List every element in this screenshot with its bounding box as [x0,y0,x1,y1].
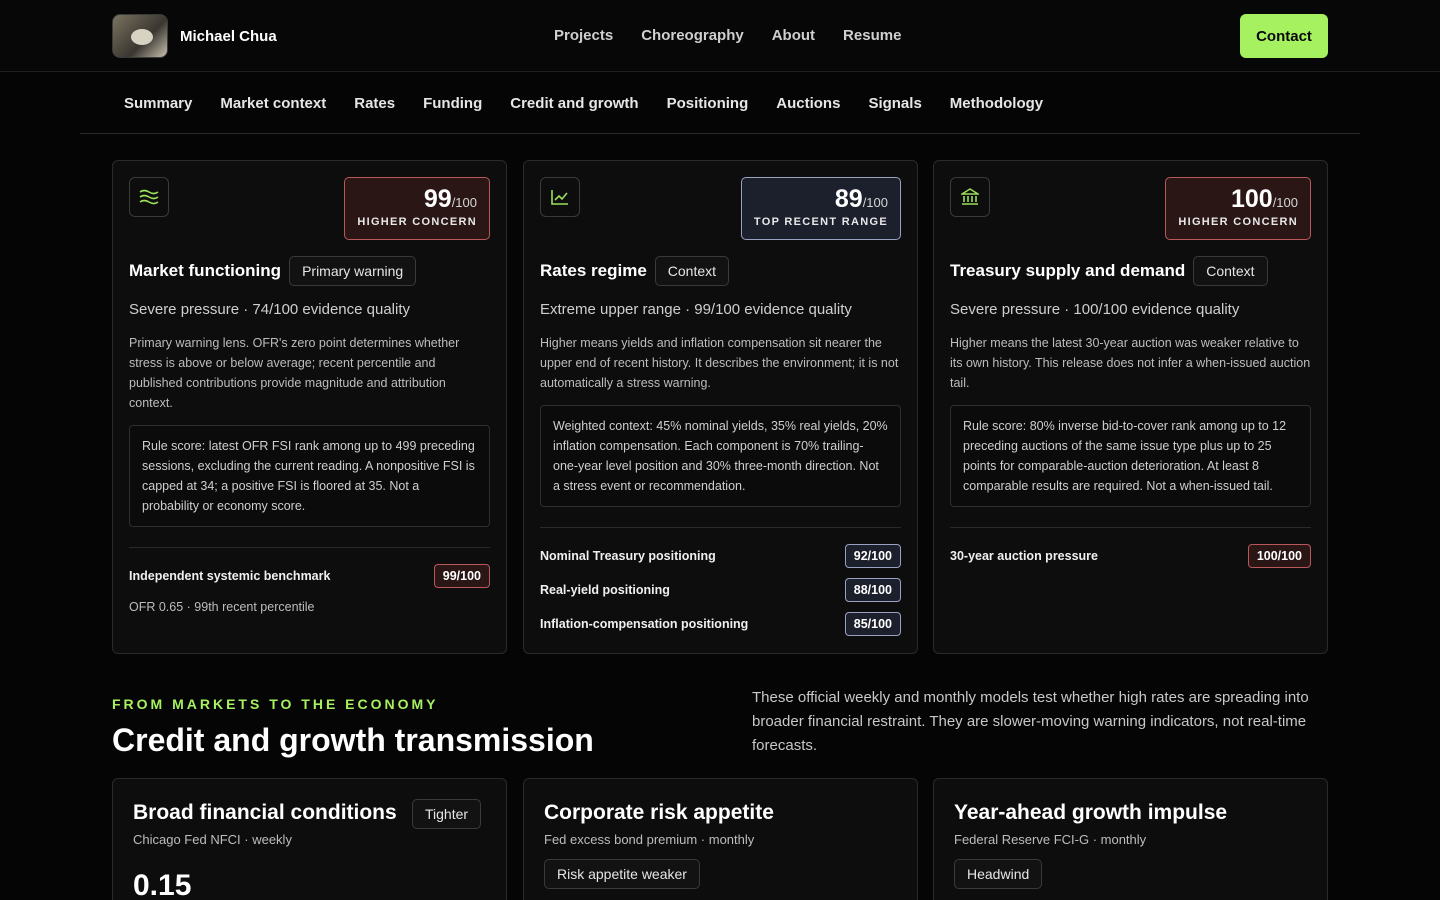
subnav-market-context[interactable]: Market context [220,95,326,112]
rule-box: Rule score: latest OFR FSI rank among up… [129,425,490,527]
card-title: Year-ahead growth impulse [954,801,1228,824]
divider [540,527,901,528]
metric-badge: 99/100 [433,564,490,588]
card-broad-financial-conditions: Broad financial conditions Chicago Fed N… [112,778,507,900]
score-badge: 89/100 TOP RECENT RANGE [740,177,901,240]
card-subtitle: Severe pressure · 100/100 evidence quali… [950,301,1240,318]
subnav-methodology[interactable]: Methodology [950,95,1043,112]
card-subtitle: Fed excess bond premium · monthly [544,832,755,847]
card-market-functioning: 99/100 HIGHER CONCERN Market functioning… [112,160,507,654]
top-nav: Michael Chua Projects Choreography About… [0,0,1440,72]
card-title: Treasury supply and demand [950,261,1186,280]
metric-label: Real-yield positioning [540,583,670,597]
divider [950,527,1311,528]
card-year-ahead-growth-impulse: Year-ahead growth impulse Federal Reserv… [933,778,1328,900]
card-title: Broad financial conditions [133,801,397,824]
nav-link-choreography[interactable]: Choreography [641,27,744,44]
metric-row: Nominal Treasury positioning 92/100 [540,544,901,568]
avatar[interactable] [112,14,168,58]
section-description: These official weekly and monthly models… [752,689,1309,754]
status-pill: Headwind [954,859,1043,889]
status-pill: Context [1193,256,1268,286]
score-badge: 100/100 HIGHER CONCERN [1165,177,1311,240]
metric-row: Real-yield positioning 88/100 [540,578,901,602]
card-description: Higher means yields and inflation compen… [540,336,899,390]
status-pill: Tighter [412,799,482,829]
rule-box: Rule score: 80% inverse bid-to-cover ran… [950,405,1311,507]
score-denominator: /100 [451,195,477,210]
status-pill: Risk appetite weaker [544,859,700,889]
metric-badge: 88/100 [844,578,901,602]
score-value: 99 [423,185,452,213]
metric-label: Nominal Treasury positioning [540,549,716,563]
divider [129,547,490,548]
nav-link-about[interactable]: About [772,27,815,44]
score-badge: 99/100 HIGHER CONCERN [344,177,490,240]
metric-row: Inflation-compensation positioning 85/10… [540,612,901,636]
line-chart-icon [540,177,580,217]
metric-row: Independent systemic benchmark 99/100 [129,564,490,588]
score-value: 100 [1230,185,1273,213]
card-description: Higher means the latest 30-year auction … [950,336,1311,390]
section-nav: Summary Market context Rates Funding Cre… [80,73,1360,134]
score-label: TOP RECENT RANGE [753,216,888,228]
main-links: Projects Choreography About Resume [554,27,901,44]
nav-link-projects[interactable]: Projects [554,27,613,44]
card-corporate-risk-appetite: Corporate risk appetite Fed excess bond … [523,778,918,900]
card-value: 0.15 [133,869,192,900]
status-pill: Primary warning [289,256,417,286]
card-title: Corporate risk appetite [544,801,774,824]
section-title: Credit and growth transmission [112,722,594,758]
score-label: HIGHER CONCERN [357,216,477,228]
subnav-positioning[interactable]: Positioning [667,95,749,112]
metric-row: 30-year auction pressure 100/100 [950,544,1311,568]
bank-icon [950,177,990,217]
subnav-credit-and-growth[interactable]: Credit and growth [510,95,638,112]
section-eyebrow: FROM MARKETS TO THE ECONOMY [112,696,439,712]
card-subtitle: Extreme upper range · 99/100 evidence qu… [540,301,852,318]
metric-label: Inflation-compensation positioning [540,617,749,631]
score-denominator: /100 [1272,195,1298,210]
subnav-funding[interactable]: Funding [423,95,482,112]
brand[interactable]: Michael Chua [112,14,277,58]
card-subtitle: Federal Reserve FCI-G · monthly [954,832,1147,847]
card-title: Rates regime [540,261,647,280]
subnav-rates[interactable]: Rates [354,95,395,112]
card-treasury-supply-demand: 100/100 HIGHER CONCERN Treasury supply a… [933,160,1328,654]
status-pill: Context [654,256,730,286]
contact-button[interactable]: Contact [1240,14,1328,58]
score-label: HIGHER CONCERN [1178,216,1298,228]
card-subtitle: Severe pressure · 74/100 evidence qualit… [129,301,411,318]
rule-box: Weighted context: 45% nominal yields, 35… [540,405,901,507]
metric-note: OFR 0.65 · 99th recent percentile [129,600,315,614]
metric-label: 30-year auction pressure [950,549,1098,563]
metric-badge: 85/100 [844,612,901,636]
metric-badge: 100/100 [1247,544,1311,568]
metric-label: Independent systemic benchmark [129,569,331,583]
card-rates-regime: 89/100 TOP RECENT RANGE Rates regime Con… [523,160,918,654]
subnav-summary[interactable]: Summary [124,95,192,112]
card-subtitle: Chicago Fed NFCI · weekly [133,832,292,847]
waves-icon [129,177,169,217]
card-title: Market functioning [129,261,282,280]
score-denominator: /100 [862,195,888,210]
subnav-signals[interactable]: Signals [868,95,921,112]
card-description: Primary warning lens. OFR's zero point d… [129,336,460,410]
subnav-auctions[interactable]: Auctions [776,95,840,112]
nav-link-resume[interactable]: Resume [843,27,901,44]
brand-name[interactable]: Michael Chua [180,28,277,45]
score-value: 89 [834,185,863,213]
metric-badge: 92/100 [844,544,901,568]
